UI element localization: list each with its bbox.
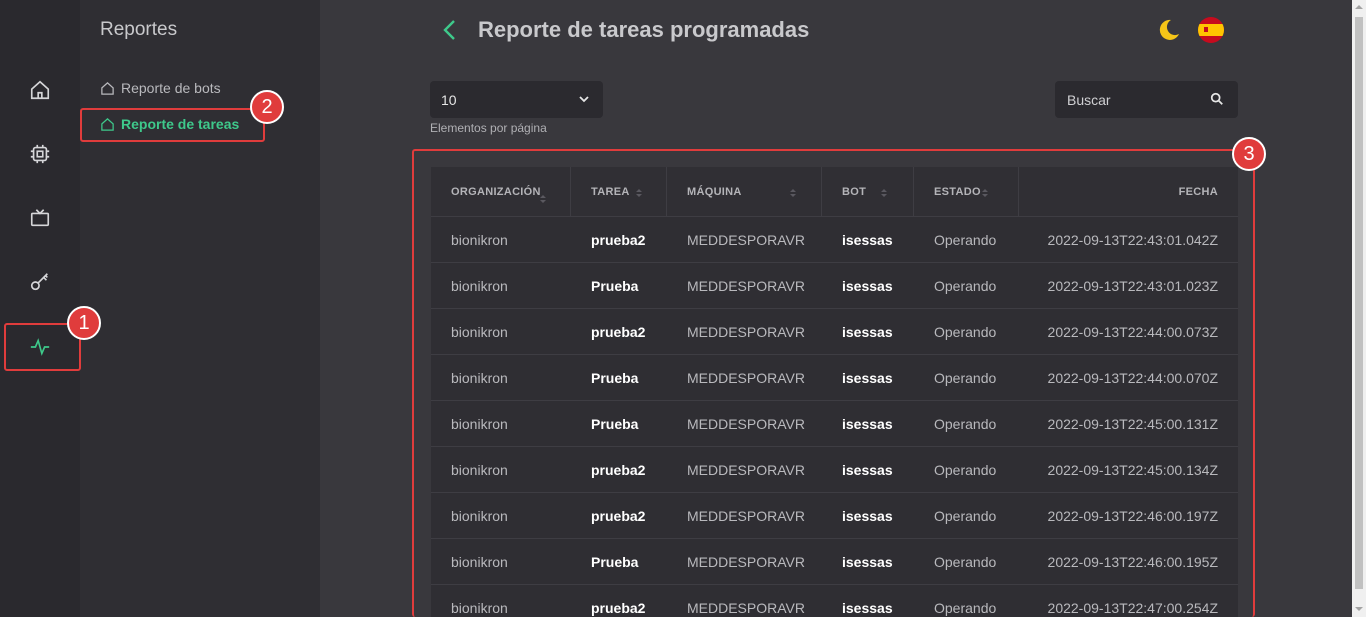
scroll-up-arrow-icon[interactable]: [1355, 3, 1363, 11]
moon-icon[interactable]: [1157, 18, 1181, 42]
nav-keys[interactable]: [0, 258, 80, 306]
annotation-badge-3: 3: [1232, 137, 1266, 171]
annotation-badge-1: 1: [67, 306, 101, 340]
nav-home[interactable]: [0, 66, 80, 114]
nav-machines[interactable]: [0, 194, 80, 242]
annotation-badge-2: 2: [250, 90, 284, 124]
reports-sidebar: Reportes Reporte de bots Reporte de tare…: [80, 0, 320, 617]
page-size-value: 10: [441, 92, 457, 108]
scrollbar-thumb[interactable]: [1355, 17, 1363, 589]
spain-flag-icon[interactable]: [1198, 17, 1224, 43]
page-scrollbar[interactable]: [1352, 0, 1366, 617]
scroll-down-arrow-icon[interactable]: [1355, 605, 1363, 613]
chip-icon: [30, 144, 50, 164]
home-outline-icon: [101, 81, 114, 95]
search-input[interactable]: Buscar: [1055, 81, 1238, 118]
highlight-box-3: [412, 149, 1255, 617]
home-icon: [30, 80, 50, 100]
highlight-box-2: [80, 108, 265, 142]
nav-rail: [0, 0, 80, 617]
search-icon: [1210, 92, 1223, 105]
page-size-select[interactable]: 10: [430, 81, 603, 118]
nav-bots[interactable]: [0, 130, 80, 178]
key-icon: [30, 273, 48, 291]
tv-icon: [30, 209, 50, 227]
page-title: Reporte de tareas programadas: [478, 17, 810, 42]
chevron-down-icon: [579, 96, 589, 103]
sidebar-item-label: Reporte de bots: [121, 80, 221, 96]
sidebar-item-bot-report[interactable]: Reporte de bots: [100, 76, 221, 100]
search-placeholder: Buscar: [1067, 92, 1111, 108]
sidebar-title: Reportes: [100, 19, 178, 40]
page-size-label: Elementos por página: [430, 121, 547, 135]
back-arrow-icon[interactable]: [440, 18, 460, 42]
